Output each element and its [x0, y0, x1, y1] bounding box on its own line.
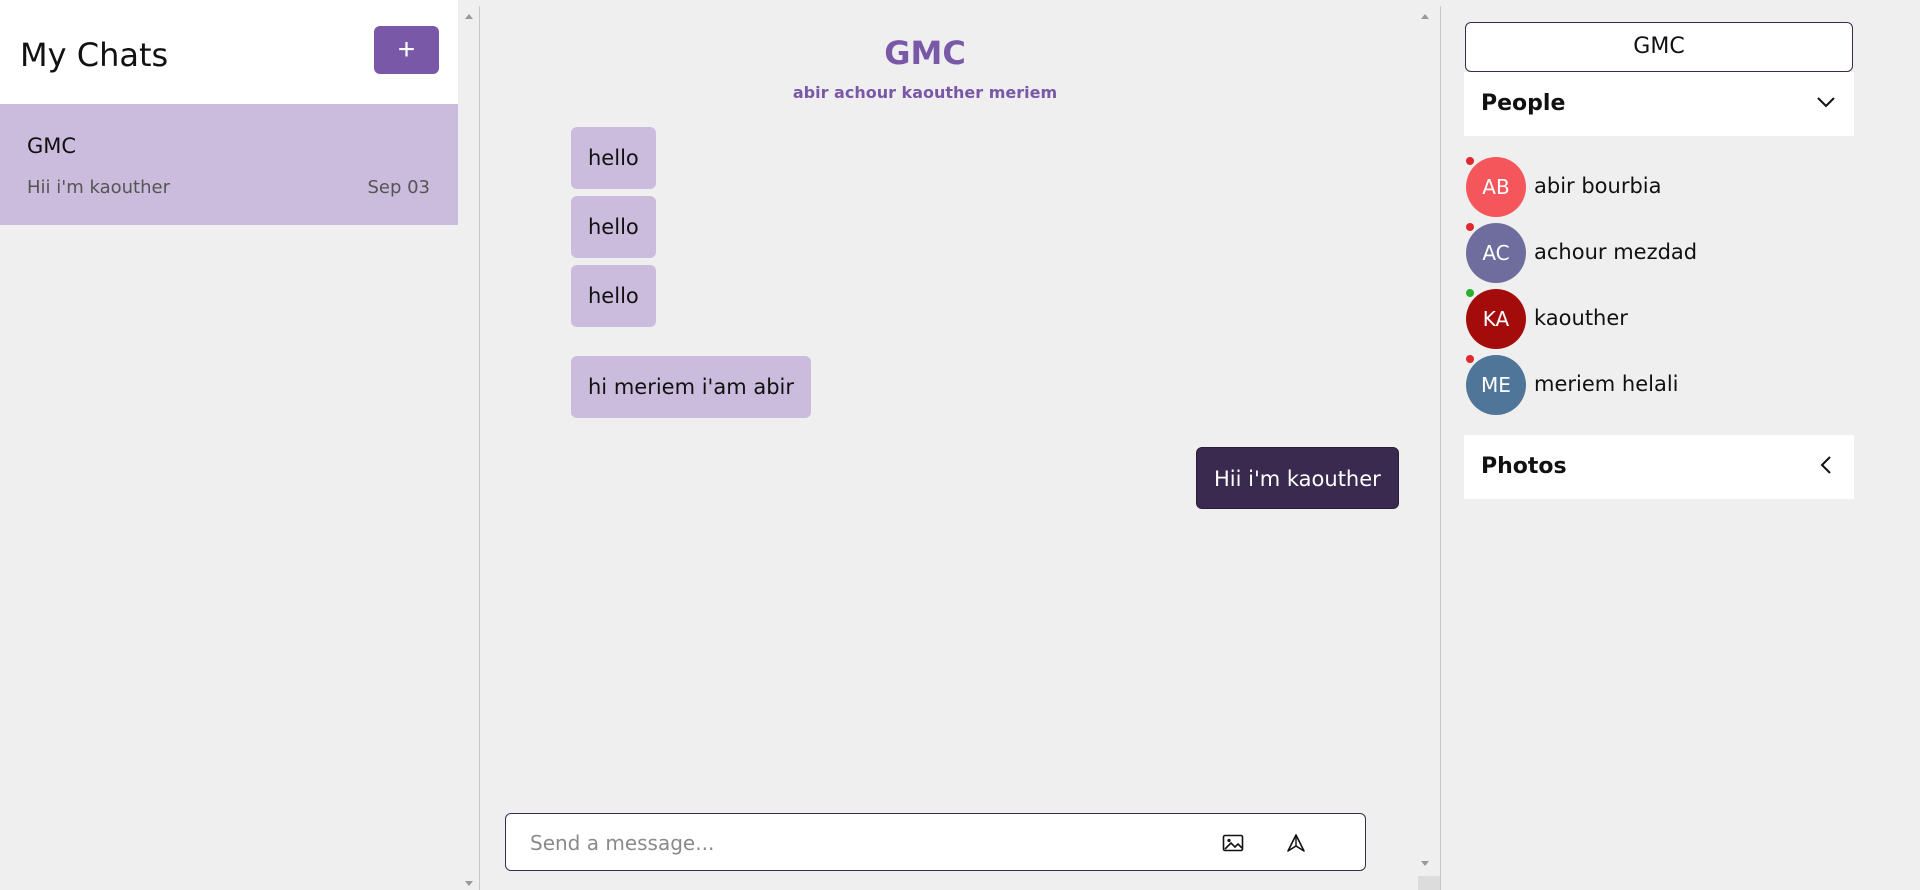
section-title: Photos	[1481, 454, 1567, 479]
photos-section-header[interactable]: Photos	[1464, 435, 1854, 499]
person-name: meriem helali	[1534, 372, 1679, 396]
chevron-left-icon	[1820, 456, 1831, 474]
avatar: AB	[1466, 157, 1526, 217]
details-panel: GMC People AB abir bourbia AC achour mez…	[1442, 6, 1920, 890]
conversation-members: abir achour kaouther meriem	[792, 83, 1058, 102]
avatar: ME	[1466, 355, 1526, 415]
chat-last-message: Hii i'm kaouther	[27, 177, 170, 198]
my-message-bubble: Hii i'm kaouther	[1196, 447, 1399, 509]
status-dot	[1466, 289, 1474, 297]
chat-app: My Chats + GMC Hii i'm kaouther Sep 03 G…	[0, 0, 1920, 890]
avatar: AC	[1466, 223, 1526, 283]
image-upload-icon[interactable]	[1222, 833, 1244, 853]
new-chat-button[interactable]: +	[374, 26, 439, 74]
scrollbar-corner	[1418, 876, 1440, 890]
message-bubble: hi meriem i'am abir	[571, 356, 811, 418]
person-name: achour mezdad	[1534, 240, 1698, 264]
divider	[1440, 6, 1441, 890]
message-bubble: hello	[571, 196, 656, 258]
person-item[interactable]: ME meriem helali	[1466, 355, 1846, 415]
chevron-down-icon	[1817, 97, 1835, 108]
conversation-scrollbar[interactable]	[1417, 6, 1433, 890]
chat-list-item[interactable]: GMC Hii i'm kaouther Sep 03	[0, 104, 458, 225]
person-item[interactable]: AC achour mezdad	[1466, 223, 1846, 283]
section-title: People	[1481, 91, 1566, 116]
chat-name: GMC	[27, 134, 77, 158]
chats-panel: My Chats + GMC Hii i'm kaouther Sep 03	[0, 0, 458, 890]
message-composer	[505, 813, 1366, 871]
status-dot	[1466, 157, 1474, 165]
message-bubble: hello	[571, 265, 656, 327]
conversation-panel: GMC abir achour kaouther meriem hello he…	[480, 6, 1440, 890]
message-input[interactable]	[530, 828, 1170, 858]
person-item[interactable]: KA kaouther	[1466, 289, 1846, 349]
scroll-down-icon[interactable]	[1421, 861, 1429, 866]
page-title: My Chats	[20, 36, 169, 74]
group-name-field[interactable]: GMC	[1465, 22, 1853, 72]
message-bubble: hello	[571, 127, 656, 189]
person-name: kaouther	[1534, 306, 1628, 330]
chats-scrollbar[interactable]	[461, 6, 477, 890]
scroll-down-icon[interactable]	[465, 881, 473, 886]
status-dot	[1466, 355, 1474, 363]
chats-header: My Chats +	[0, 0, 458, 104]
chat-date: Sep 03	[367, 177, 430, 198]
person-item[interactable]: AB abir bourbia	[1466, 157, 1846, 217]
person-name: abir bourbia	[1534, 174, 1662, 198]
people-section-header[interactable]: People	[1464, 72, 1854, 136]
scroll-up-icon[interactable]	[465, 14, 473, 19]
conversation-title: GMC	[884, 34, 966, 72]
status-dot	[1466, 223, 1474, 231]
avatar: KA	[1466, 289, 1526, 349]
send-icon[interactable]	[1285, 833, 1307, 853]
scroll-up-icon[interactable]	[1421, 14, 1429, 19]
